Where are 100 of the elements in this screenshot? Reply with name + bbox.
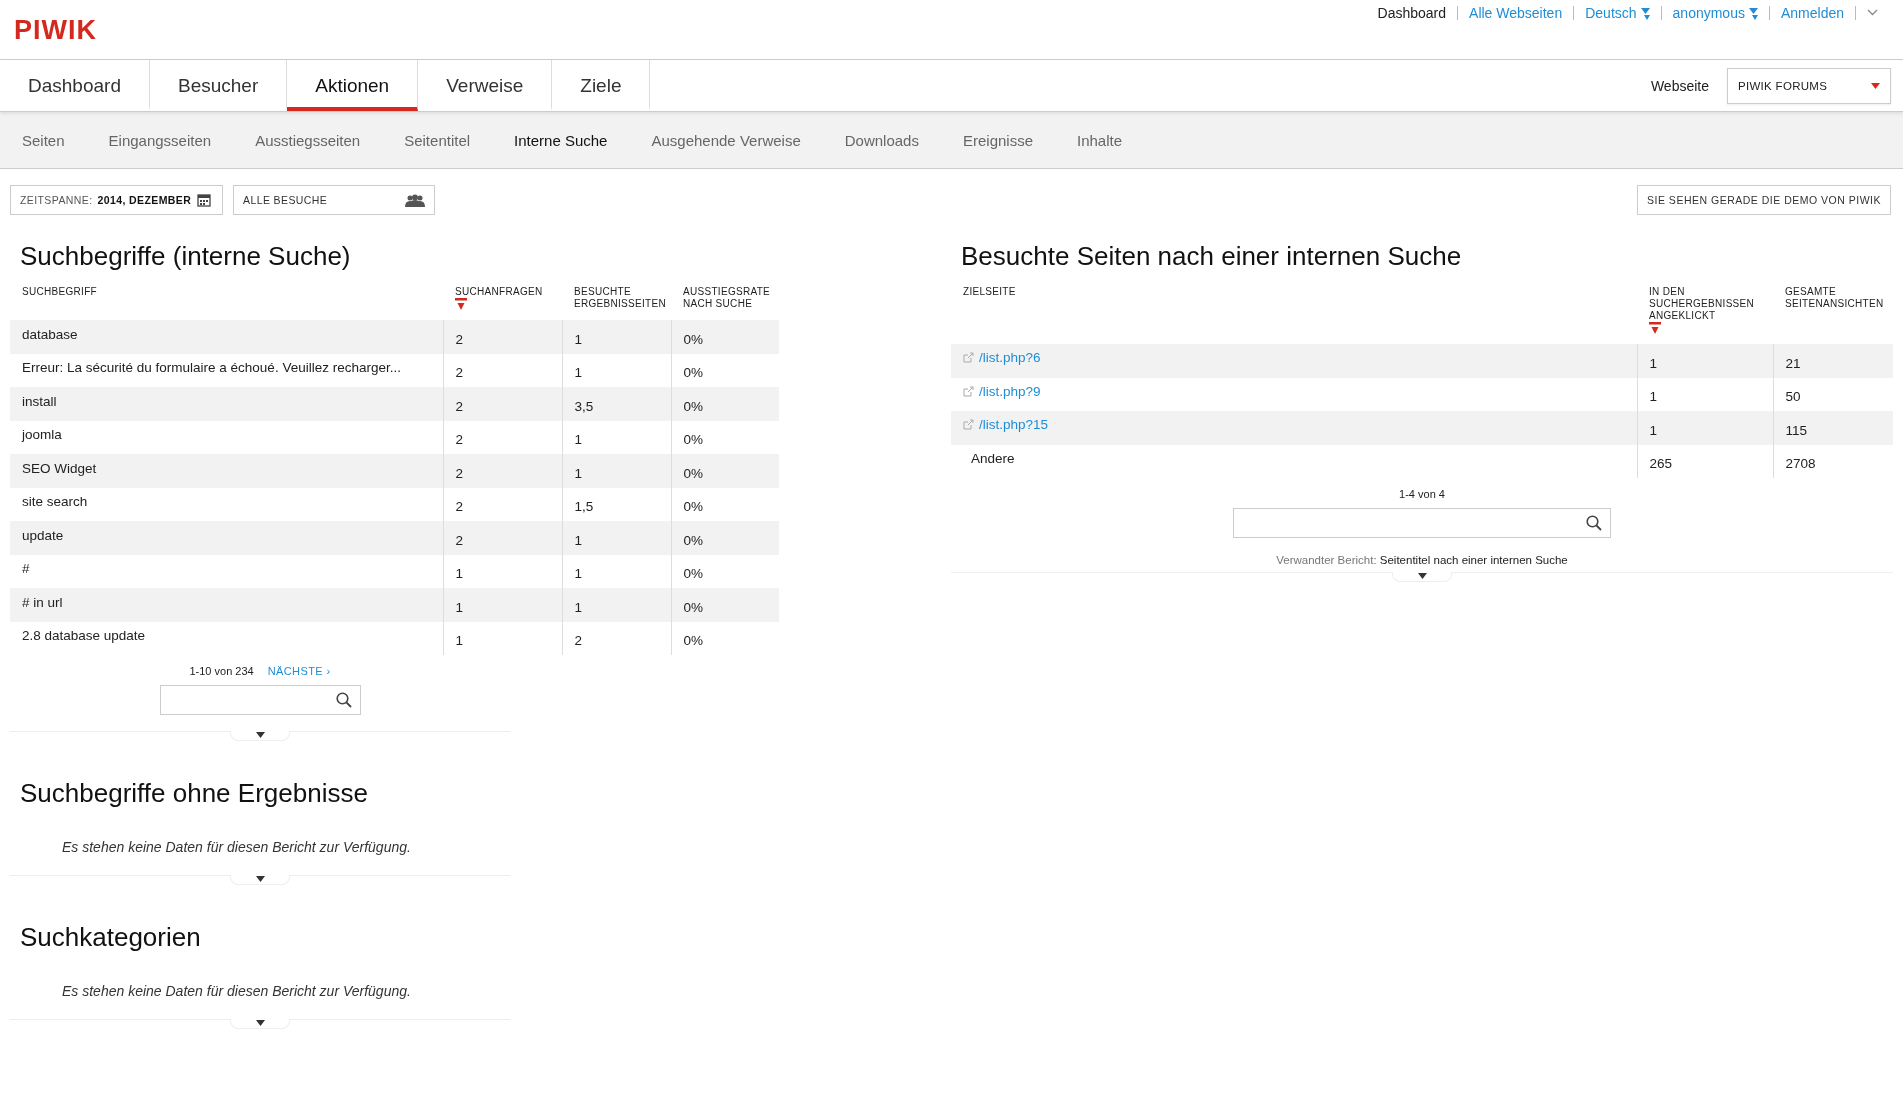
nav-tab[interactable]: Dashboard [0,60,150,111]
external-link-icon [963,352,974,364]
page-link[interactable]: /list.php?9 [979,383,1041,399]
table-cell: 21 [1785,355,1801,371]
calendar-icon [197,193,212,207]
table-cell: 0% [683,331,703,347]
search-field[interactable] [159,685,361,715]
caret-icon [1871,82,1880,89]
column-header[interactable]: IN DEN SUCHERGEBNISSEN ANGEKLICKT [1649,286,1769,334]
nav-tab[interactable]: Besucher [149,60,288,111]
table-cell: 2 [455,432,463,448]
table-cell: 1 [574,331,582,347]
table-cell: 2 [455,331,463,347]
report-title: Suchkategorien [20,922,202,953]
sub-tab[interactable]: Inhalte [1055,131,1145,149]
header-link[interactable]: Alle Webseiten [1469,6,1563,20]
table-cell: 1 [1649,422,1657,438]
table-cell: 0% [683,432,703,448]
table-cell: database [22,326,78,342]
table-cell: 0% [683,566,703,582]
column-header[interactable]: ZIELSEITE [963,286,1016,298]
table-cell: install [22,393,57,409]
table-cell: 1 [455,566,463,582]
search-icon [1586,515,1602,531]
nav-tab[interactable]: Aktionen [287,60,419,111]
table-cell: update [22,527,64,543]
period-selector[interactable]: ZEITSPANNE: 2014, DEZEMBER [10,185,223,215]
table-cell: 2 [574,633,582,649]
table-cell: site search [22,494,88,510]
header-link[interactable]: Anmelden [1780,6,1844,20]
column-header[interactable]: SUCHBEGRIFF [22,286,97,298]
table-cell: joomla [22,427,62,443]
caret-icon [255,1020,265,1026]
table-cell: 1 [574,432,582,448]
table-cell: 0% [683,499,703,515]
table-cell: 1 [574,566,582,582]
related-report-text: Verwandter Bericht: Seitentitel nach einer internen Suche [1276,554,1568,566]
table-cell: # in url [22,594,63,610]
website-label: Webseite [1650,77,1709,94]
table-cell: 2 [455,398,463,414]
table-cell: 0% [683,465,703,481]
table-cell: 1 [1649,355,1657,371]
search-field[interactable] [1233,508,1611,538]
pagination-text: 1-4 von 4 [1399,488,1445,500]
table-cell: 2.8 database update [22,628,146,644]
column-header[interactable]: SUCHANFRAGEN [455,286,543,310]
sub-tab[interactable]: Ausgehende Verweise [629,131,823,149]
table-cell: 1,5 [574,499,594,515]
table-cell: 0% [683,599,703,615]
caret-icon [255,732,265,738]
sub-tab[interactable]: Downloads [822,131,941,149]
nav-tab[interactable]: Verweise [418,60,553,111]
table-cell: 1 [455,633,463,649]
sort-descending-icon [455,298,467,310]
sub-tab[interactable]: Ereignisse [940,131,1055,149]
column-header[interactable]: BESUCHTE ERGEBNISSEITEN [574,286,667,310]
chevron-down-icon [1867,9,1878,16]
sort-descending-icon [1649,322,1661,334]
users-icon [405,193,425,207]
table-cell: 1 [574,365,582,381]
table-cell: 50 [1785,389,1801,405]
sub-tab[interactable]: Interne Suche [492,131,630,149]
table-cell: 3,5 [574,398,594,414]
table-cell: 0% [683,532,703,548]
column-header[interactable]: AUSSTIEGSRATE NACH SUCHE [683,286,775,310]
header-dropdown[interactable]: anonymous [1672,6,1745,20]
header-dropdown[interactable]: Deutsch [1585,6,1637,20]
table-cell: 1 [574,465,582,481]
table-cell: 0% [683,398,703,414]
caret-icon [255,876,265,882]
column-header[interactable]: GESAMTE SEITENANSICHTEN [1785,286,1889,310]
caret-icon [1640,6,1650,20]
external-link-icon [963,385,974,397]
sub-tab[interactable]: Ausstiegsseiten [233,131,383,149]
sub-tab[interactable]: Seiten [0,131,87,149]
next-page-link[interactable]: NÄCHSTE › [267,665,331,677]
table-cell: 2708 [1785,456,1816,472]
search-icon [335,692,352,708]
table-cell: 1 [1649,389,1657,405]
dashboard-link[interactable]: Dashboard [1377,6,1447,20]
segment-selector[interactable]: ALLE BESUCHE [233,185,435,215]
table-cell: Erreur: La sécurité du formulaire a échoué. Veuillez recharger... [22,360,401,376]
sub-tab[interactable]: Seitentitel [382,131,493,149]
website-selector[interactable]: PIWIK FORUMS [1727,67,1891,104]
nav-tab[interactable]: Ziele [552,60,651,111]
table-cell: # [22,561,30,577]
logo: PIWIK [14,15,97,45]
table-cell: 2 [455,465,463,481]
table-cell: 115 [1785,422,1808,438]
table-cell: 1 [574,599,582,615]
table-cell: 0% [683,365,703,381]
pagination-text: 1-10 von 234 [189,665,254,677]
caret-icon [1748,6,1758,20]
report-title: Suchbegriffe ohne Ergebnisse [20,778,369,809]
table-cell: 2 [455,532,463,548]
demo-notice-button[interactable]: SIE SEHEN GERADE DIE DEMO VON PIWIK [1637,185,1891,215]
caret-icon [1417,573,1427,579]
table-cell: SEO Widget [22,460,97,476]
sub-tab[interactable]: Eingangsseiten [86,131,234,149]
table-cell: 0% [683,633,703,649]
